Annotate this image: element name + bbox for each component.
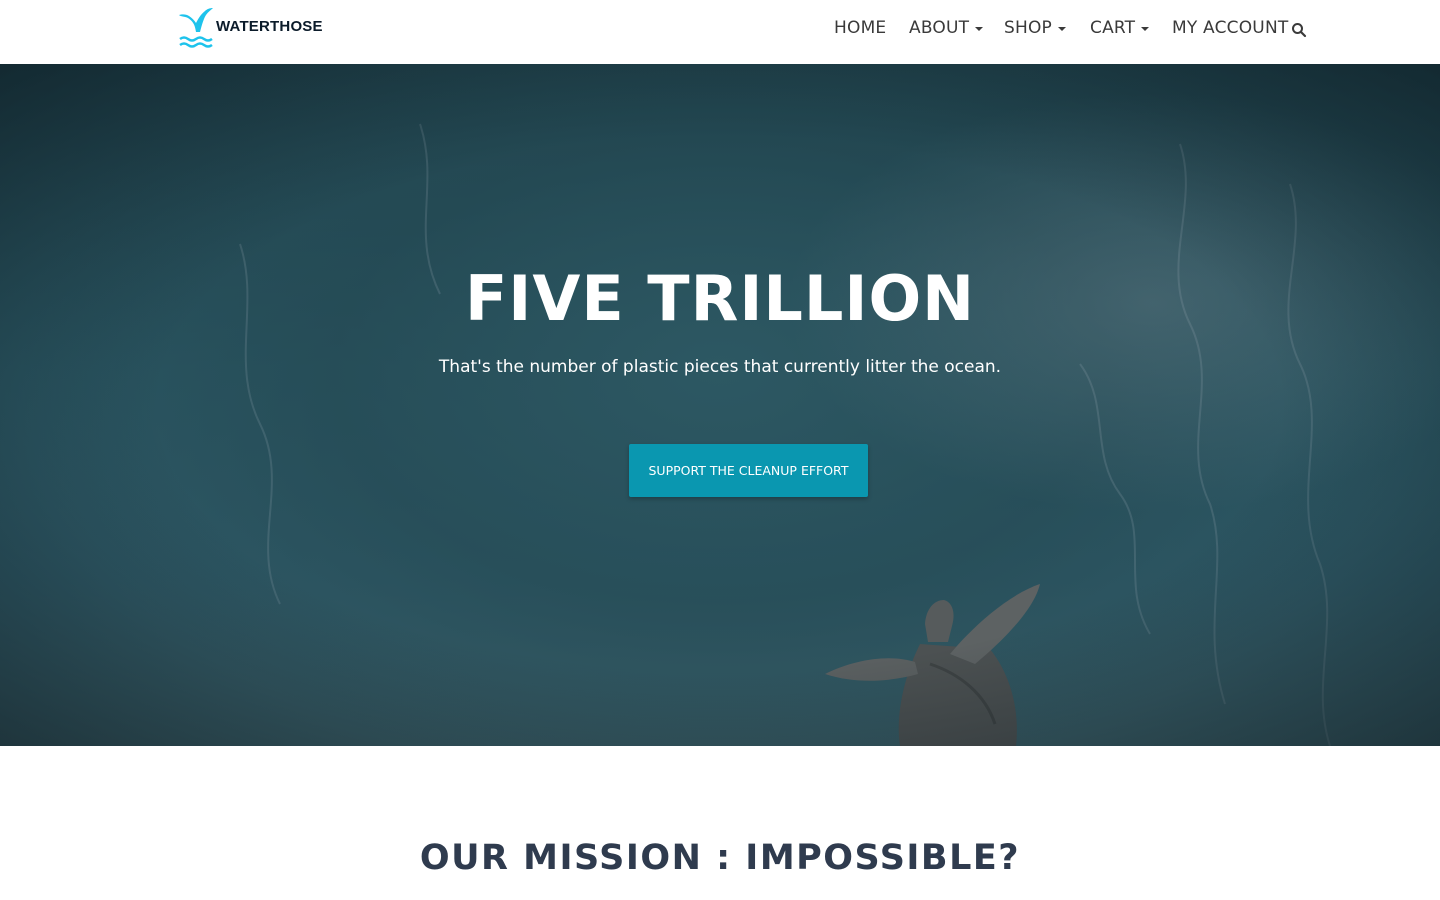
nav-about[interactable]: ABOUT [909, 16, 984, 40]
mission-heading: OUR MISSION : IMPOSSIBLE? [419, 838, 1021, 878]
nav-shop-label: SHOP [1004, 18, 1053, 38]
hero-banner: FIVE TRILLION That's the number of plast… [0, 64, 1440, 746]
nav-shop[interactable]: SHOP [1004, 16, 1067, 40]
nav-my-account[interactable]: MY ACCOUNT [1172, 16, 1288, 40]
caret-down-icon [975, 27, 984, 31]
support-cleanup-button[interactable]: SUPPORT THE CLEANUP EFFORT [629, 444, 868, 497]
top-navbar: WATERTHOSE HOME ABOUT SHOP CART MY ACCOU… [0, 0, 1440, 64]
nav-about-label: ABOUT [909, 18, 970, 38]
nav-cart[interactable]: CART [1090, 16, 1150, 40]
brand-name: WATERTHOSE [216, 17, 323, 35]
nav-home-label: HOME [834, 18, 887, 38]
caret-down-icon [1141, 27, 1150, 31]
ocean-background-image [239, 123, 1331, 746]
whale-tail-icon [179, 8, 213, 48]
nav-cart-label: CART [1090, 18, 1136, 38]
nav-home[interactable]: HOME [834, 16, 886, 40]
nav-my-account-label: MY ACCOUNT [1172, 18, 1289, 38]
hero-subtitle: That's the number of plastic pieces that… [438, 357, 1002, 377]
sea-turtle-image [825, 584, 1040, 746]
search-icon[interactable] [1291, 22, 1307, 38]
hero-title: FIVE TRILLION [464, 262, 976, 335]
brand-logo[interactable]: WATERTHOSE [178, 6, 323, 50]
caret-down-icon [1058, 27, 1067, 31]
